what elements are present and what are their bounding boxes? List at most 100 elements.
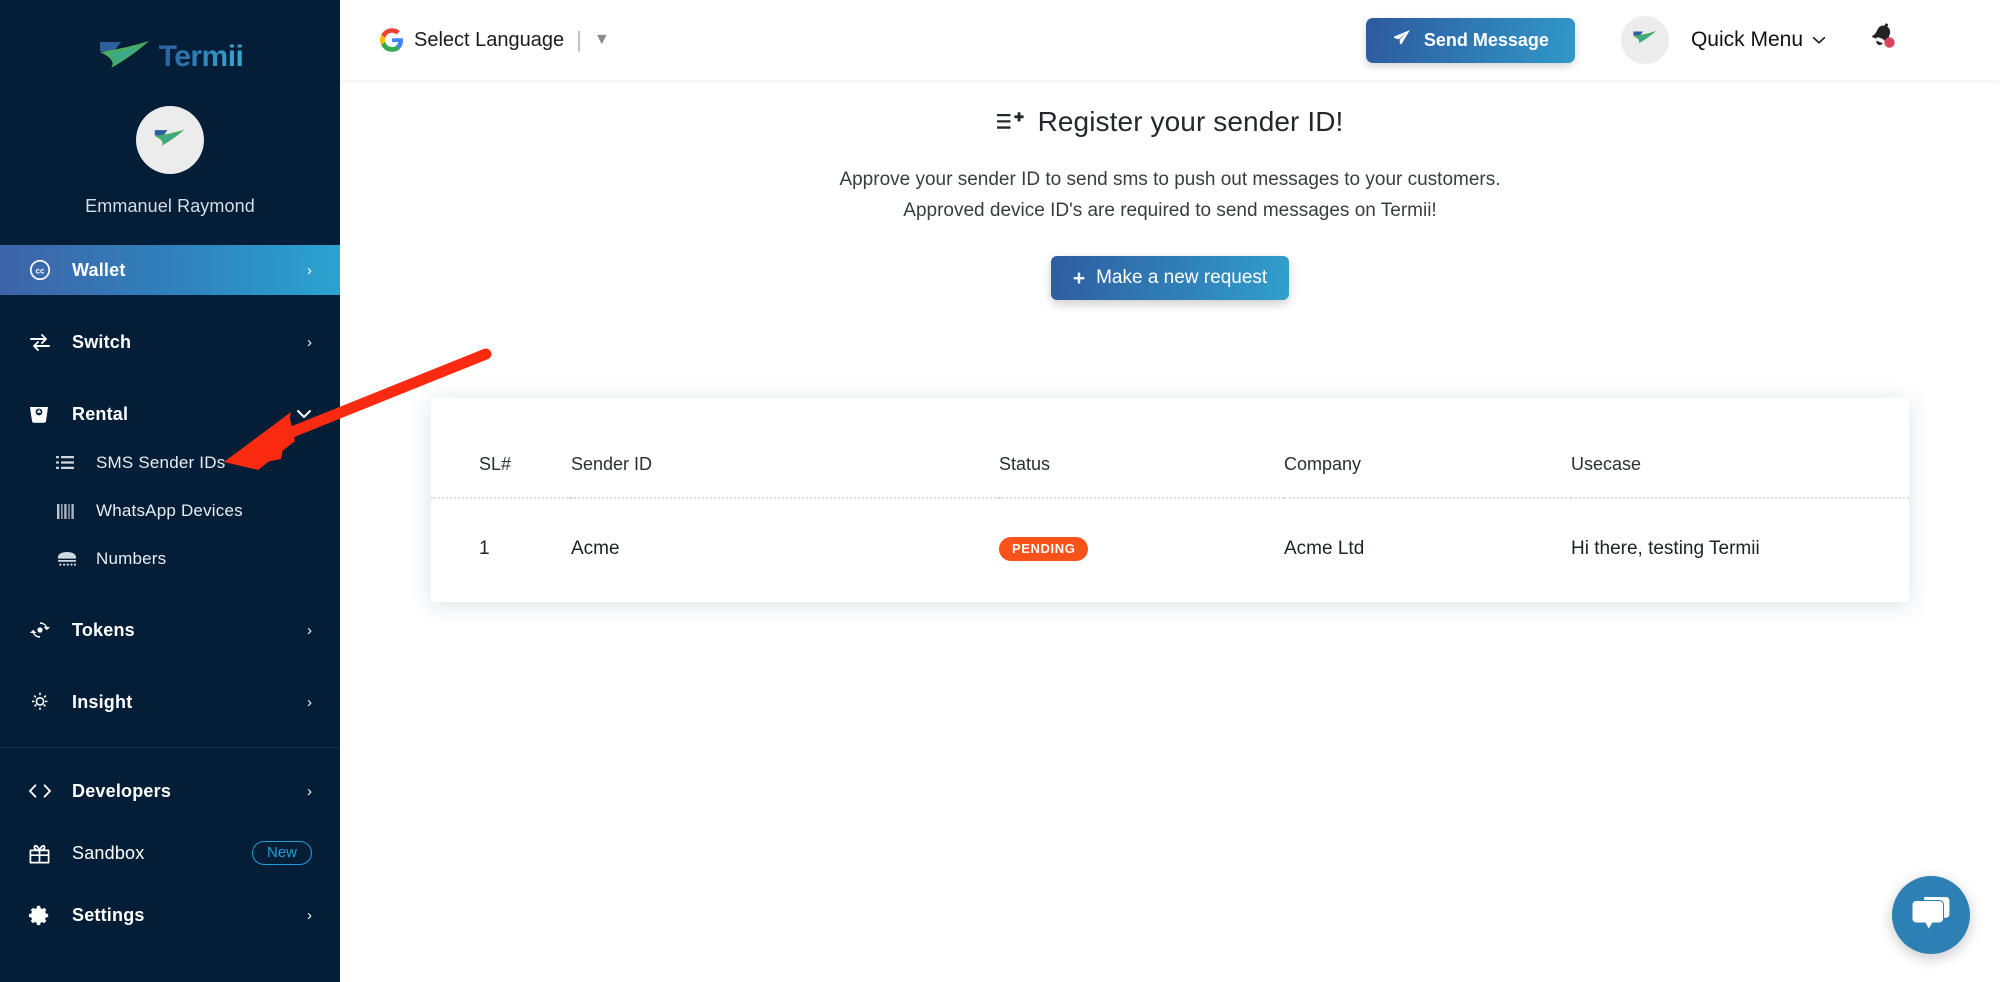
chevron-right-icon: › (307, 782, 312, 800)
sidebar-item-whatsapp-devices[interactable]: WhatsApp Devices (0, 487, 340, 535)
switch-arrows-icon (28, 330, 58, 354)
sidebar-item-rental[interactable]: Rental (0, 389, 340, 439)
sidebar-item-numbers[interactable]: Numbers (0, 535, 340, 583)
cell-sender-id: Acme (571, 538, 620, 559)
chevron-down-icon: ▼ (593, 31, 610, 48)
send-message-button[interactable]: Send Message (1365, 17, 1575, 63)
divider: | (576, 27, 582, 52)
coins-circle-icon: cc (28, 258, 58, 282)
gift-icon (28, 842, 58, 865)
chevron-right-icon: › (307, 906, 312, 924)
main-area: Select Language | ▼ Send Message Quick M… (340, 0, 2000, 982)
status-badge: PENDING (999, 537, 1089, 561)
sidebar-item-label: Settings (72, 904, 145, 925)
sidebar-divider (0, 747, 340, 748)
sidebar-item-switch[interactable]: Switch › (0, 317, 340, 367)
column-header-sl: SL# (431, 398, 571, 499)
sidebar-item-sandbox[interactable]: Sandbox New (0, 828, 340, 878)
sidebar-item-label: Rental (72, 403, 129, 424)
sidebar-subitem-label: WhatsApp Devices (96, 501, 243, 520)
sidebar-subitem-label: Numbers (96, 549, 167, 568)
bell-icon (1864, 23, 1900, 60)
column-header-sender-id: Sender ID (571, 398, 999, 499)
column-header-usecase: Usecase (1571, 398, 1909, 499)
quick-menu-avatar[interactable] (1620, 16, 1669, 64)
hero-subtitle: Approve your sender ID to send sms to pu… (340, 164, 2000, 226)
paper-plane-icon (1392, 28, 1412, 53)
sidebar-item-developers[interactable]: Developers › (0, 766, 340, 816)
devices-bars-icon (56, 503, 82, 520)
avatar[interactable] (136, 106, 204, 174)
table-row[interactable]: 1 Acme PENDING Acme Ltd Hi there, testin… (431, 498, 1909, 599)
termii-bird-logo-icon (97, 38, 153, 77)
topbar: Select Language | ▼ Send Message Quick M… (340, 0, 2000, 80)
topbar-right-group: Send Message Quick Menu (1365, 16, 1904, 64)
language-selector[interactable]: Select Language | ▼ (380, 27, 610, 53)
app-root: Termii Emmanuel Raymond cc Wallet › Swit… (0, 0, 2000, 982)
gear-icon (28, 904, 58, 927)
notifications-button[interactable] (1864, 20, 1904, 60)
quick-menu-label: Quick Menu (1690, 28, 1803, 51)
send-message-label: Send Message (1423, 29, 1549, 50)
google-g-icon (380, 28, 404, 52)
sidebar-item-label: Tokens (72, 619, 135, 640)
rental-basket-icon (28, 402, 58, 426)
chevron-right-icon: › (307, 621, 312, 639)
quick-menu-button[interactable]: Quick Menu (1691, 28, 1826, 52)
cell-usecase: Hi there, testing Termii (1571, 538, 1760, 559)
chevron-right-icon: › (307, 261, 312, 279)
keypad-icon (56, 551, 82, 568)
svg-text:cc: cc (36, 266, 45, 275)
column-header-status: Status (999, 398, 1284, 499)
table-header: SL# Sender ID Status Company Usecase (431, 398, 1909, 499)
sender-id-table: SL# Sender ID Status Company Usecase 1 A… (431, 398, 1909, 599)
plus-icon: + (1072, 266, 1086, 290)
sidebar-item-label: Developers (72, 780, 172, 801)
sidebar-item-sms-sender-ids[interactable]: SMS Sender IDs (0, 439, 340, 487)
sidebar-item-tokens[interactable]: Tokens › (0, 605, 340, 655)
page-title: Register your sender ID! (340, 106, 2000, 138)
sidebar-item-label: Wallet (72, 259, 126, 280)
chat-widget-button[interactable] (1892, 876, 1970, 954)
make-new-request-label: Make a new request (1096, 267, 1268, 288)
main-content: Register your sender ID! Approve your se… (340, 80, 2000, 982)
cell-sl: 1 (479, 538, 490, 559)
sidebar-item-settings[interactable]: Settings › (0, 890, 340, 940)
hero-subtitle-line-2: Approved device ID's are required to sen… (903, 200, 1437, 221)
termii-bird-avatar-icon (1632, 29, 1658, 51)
sidebar-item-label: Sandbox (72, 842, 145, 863)
sidebar-item-label: Switch (72, 331, 132, 352)
sidebar-user-name: Emmanuel Raymond (85, 196, 255, 216)
page-title-text: Register your sender ID! (1037, 106, 1344, 137)
sidebar-subitem-label: SMS Sender IDs (96, 453, 226, 472)
brand-name: Termii (158, 40, 244, 73)
chevron-right-icon: › (307, 333, 312, 351)
sidebar-item-wallet[interactable]: cc Wallet › (0, 245, 340, 295)
status-badge-new: New (251, 841, 312, 865)
chevron-down-icon (1812, 32, 1826, 49)
chevron-down-icon (296, 409, 312, 419)
language-label: Select Language (414, 28, 565, 51)
token-icon (28, 618, 58, 642)
make-new-request-button[interactable]: + Make a new request (1050, 256, 1290, 300)
hero-section: Register your sender ID! Approve your se… (340, 106, 2000, 300)
cell-company: Acme Ltd (1284, 538, 1365, 559)
hero-cta-wrap: + Make a new request (340, 256, 2000, 300)
brand-logo-area[interactable]: Termii (0, 0, 340, 100)
chat-bubbles-icon (1909, 893, 1953, 938)
list-plus-icon (996, 111, 1024, 133)
sidebar-item-insight[interactable]: Insight › (0, 677, 340, 727)
sidebar-item-label: Insight (72, 691, 133, 712)
table-body: 1 Acme PENDING Acme Ltd Hi there, testin… (431, 498, 1909, 599)
list-icon (56, 455, 82, 471)
chevron-right-icon: › (307, 693, 312, 711)
insight-sun-icon (28, 690, 58, 714)
cell-status: PENDING (999, 498, 1284, 599)
sidebar-nav: cc Wallet › Switch › Rental SMS Sender I… (0, 245, 340, 940)
sidebar: Termii Emmanuel Raymond cc Wallet › Swit… (0, 0, 340, 982)
